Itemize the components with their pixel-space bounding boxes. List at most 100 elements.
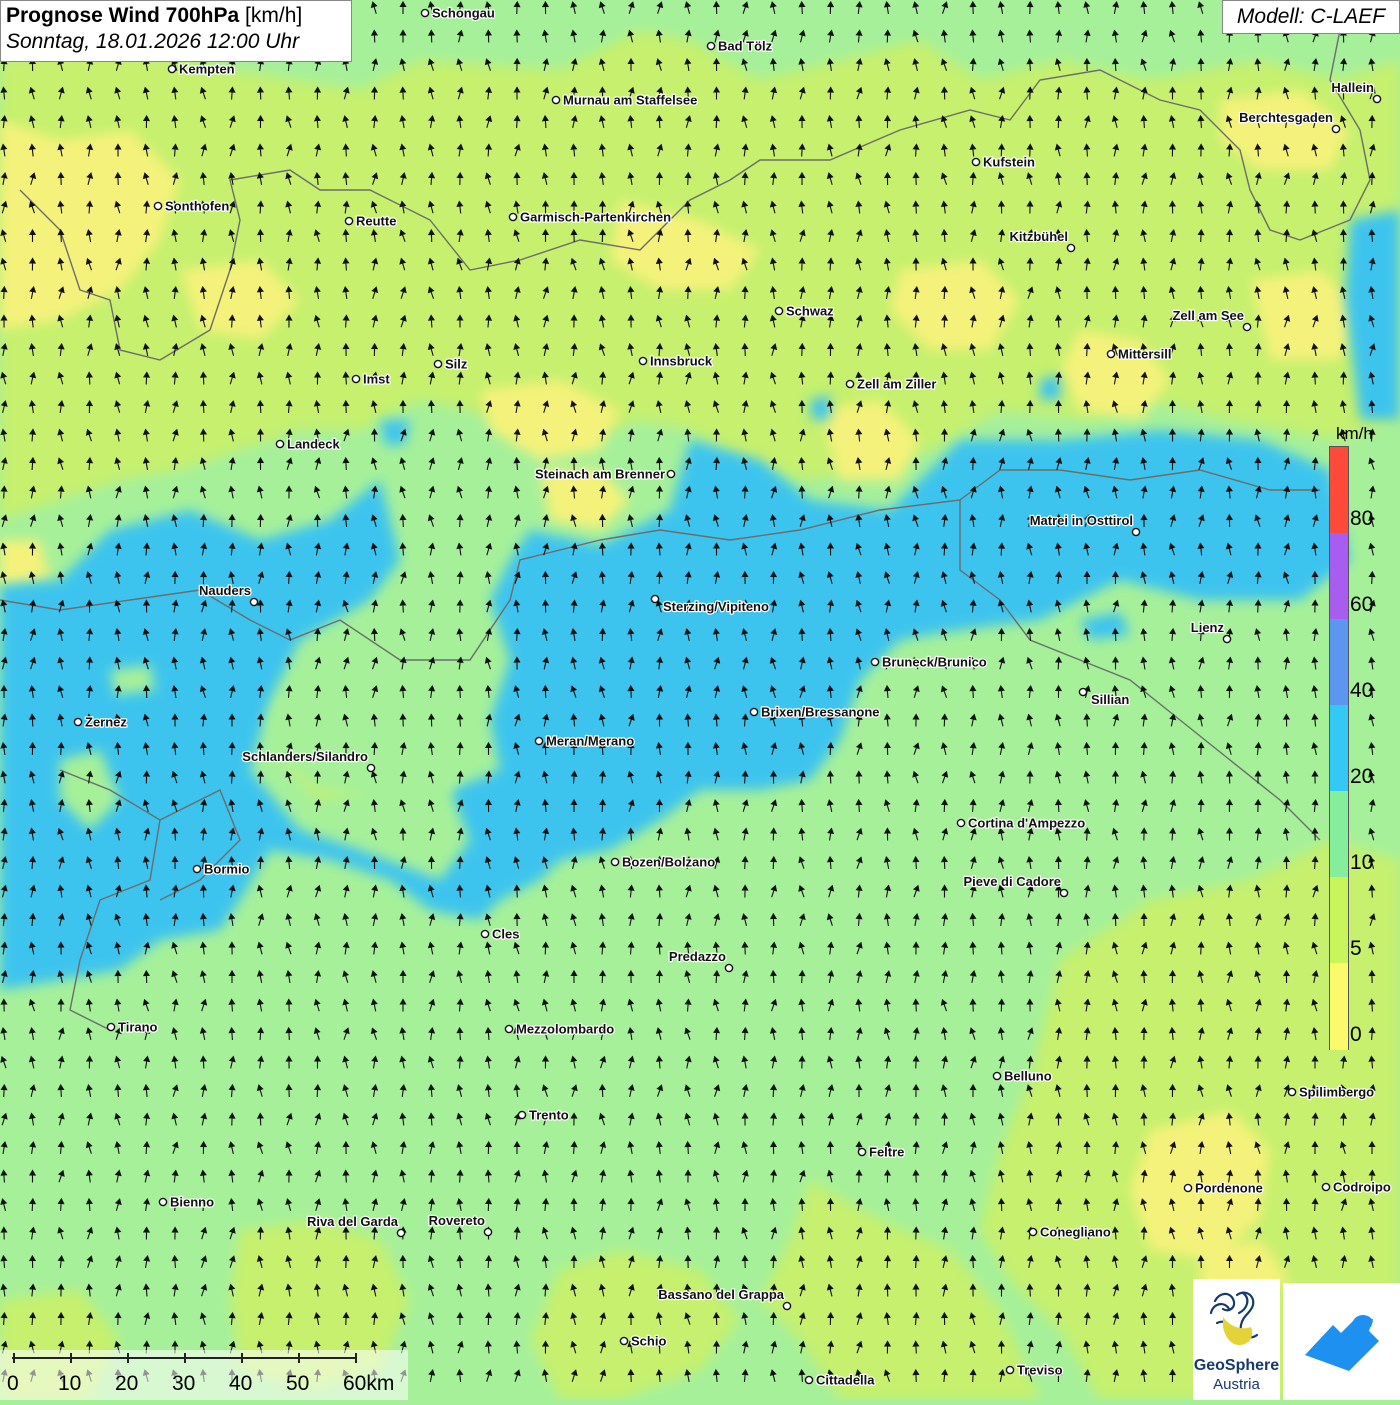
- city-marker: Sonthofen: [153, 197, 231, 215]
- city-dot-icon: [158, 1197, 168, 1207]
- city-dot-icon: [420, 8, 430, 18]
- city-dot-icon: [1183, 1183, 1193, 1193]
- city-label: Kufstein: [983, 155, 1035, 170]
- app-logo: [1283, 1283, 1400, 1400]
- city-dot-icon: [774, 306, 784, 316]
- city-label: Trento: [529, 1108, 569, 1123]
- city-label: Pordenone: [1195, 1181, 1263, 1196]
- legend-color-segment: [1330, 447, 1348, 534]
- city-dot-icon: [870, 657, 880, 667]
- city-label: Garmisch-Partenkirchen: [520, 210, 671, 225]
- geosphere-swirl-icon: [1209, 1291, 1259, 1345]
- city-marker: Bozen/Bolzano: [610, 853, 716, 871]
- city-label: Hallein: [1331, 80, 1374, 95]
- city-label: Bad Tölz: [718, 39, 773, 54]
- city-marker: Garmisch-Partenkirchen: [508, 208, 672, 226]
- city-marker: Meran/Merano: [534, 732, 635, 750]
- legend-color-segment: [1330, 791, 1348, 878]
- legend-color-segment: [1330, 533, 1348, 620]
- scale-label: 20: [115, 1372, 139, 1395]
- city-label: Innsbruck: [650, 354, 713, 369]
- city-label: Silz: [445, 357, 468, 372]
- city-label: Spilimbergo: [1299, 1085, 1374, 1100]
- city-dot-icon: [517, 1110, 527, 1120]
- legend-tick-label: 0: [1350, 1023, 1362, 1046]
- legend-tick-label: 40: [1350, 679, 1374, 702]
- city-marker: Brixen/Bressanone: [749, 703, 881, 721]
- city-dot-icon: [275, 439, 285, 449]
- city-label: Bormio: [204, 862, 250, 877]
- city-dot-icon: [1028, 1227, 1038, 1237]
- city-dot-icon: [706, 41, 716, 51]
- city-label: Bienno: [170, 1195, 214, 1210]
- city-label: Belluno: [1004, 1069, 1052, 1084]
- city-label: Brixen/Bressanone: [761, 705, 880, 720]
- city-label: Matrei in Osttirol: [1030, 513, 1133, 528]
- city-label: Sterzing/Vipiteno: [663, 599, 769, 614]
- city-label: Kitzbühel: [1010, 229, 1069, 244]
- legend-colorbar: [1329, 446, 1349, 1050]
- city-dot-icon: [782, 1301, 792, 1311]
- city-dot-icon: [344, 216, 354, 226]
- legend-tick-label: 10: [1350, 851, 1374, 874]
- model-label: Modell: C-LAEF: [1222, 0, 1400, 34]
- city-dot-icon: [153, 201, 163, 211]
- city-label: Lienz: [1191, 620, 1225, 635]
- city-dot-icon: [1242, 322, 1252, 332]
- scale-tick: [355, 1353, 357, 1363]
- city-dot-icon: [1131, 527, 1141, 537]
- city-dot-icon: [971, 157, 981, 167]
- city-dot-icon: [1287, 1087, 1297, 1097]
- city-marker: Bruneck/Brunico: [870, 653, 988, 671]
- legend-tick-label: 60: [1350, 593, 1374, 616]
- city-label: Meran/Merano: [546, 734, 634, 749]
- scale-label: 30: [172, 1372, 196, 1395]
- city-label: Murnau am Staffelsee: [563, 93, 697, 108]
- city-dot-icon: [610, 857, 620, 867]
- city-label: Treviso: [1017, 1363, 1063, 1378]
- city-dot-icon: [650, 594, 660, 604]
- city-dot-icon: [1331, 124, 1341, 134]
- city-dot-icon: [73, 717, 83, 727]
- scale-label: 10: [58, 1372, 82, 1395]
- city-marker: Bad Tölz: [706, 37, 774, 55]
- city-label: Bassano del Grappa: [658, 1287, 784, 1302]
- city-dot-icon: [551, 95, 561, 105]
- city-dot-icon: [508, 212, 518, 222]
- city-label: Mittersill: [1118, 347, 1171, 362]
- city-dot-icon: [249, 597, 259, 607]
- city-dot-icon: [480, 929, 490, 939]
- city-dot-icon: [1222, 634, 1232, 644]
- legend-tick-label: 80: [1350, 507, 1374, 530]
- city-dot-icon: [619, 1336, 629, 1346]
- city-dot-icon: [724, 963, 734, 973]
- city-label: Cittadella: [816, 1373, 875, 1388]
- scale-tick: [298, 1353, 300, 1363]
- city-dot-icon: [857, 1147, 867, 1157]
- city-dot-icon: [638, 356, 648, 366]
- city-marker: Spilimbergo: [1287, 1083, 1375, 1101]
- city-label: Bruneck/Brunico: [882, 655, 987, 670]
- city-dot-icon: [106, 1022, 116, 1032]
- city-label: Schlanders/Silandro: [242, 749, 368, 764]
- city-dot-icon: [1005, 1365, 1015, 1375]
- city-label: Tirano: [118, 1020, 158, 1035]
- city-marker: Cortina d'Ampezzo: [956, 814, 1086, 832]
- city-dot-icon: [366, 763, 376, 773]
- city-marker: Cittadella: [804, 1371, 876, 1389]
- city-label: Pieve di Cadore: [963, 874, 1061, 889]
- city-label: Zernez: [85, 715, 127, 730]
- weather-app-icon: [1305, 1315, 1379, 1371]
- city-dot-icon: [534, 736, 544, 746]
- scale-tick: [70, 1353, 72, 1363]
- city-dot-icon: [167, 64, 177, 74]
- city-marker: Innsbruck: [638, 352, 714, 370]
- city-marker: Mezzolombardo: [504, 1020, 615, 1038]
- city-label: Sonthofen: [165, 199, 229, 214]
- scale-label: 60km: [343, 1372, 395, 1395]
- city-marker: Landeck: [275, 435, 342, 453]
- legend-tick-label: 5: [1350, 937, 1362, 960]
- city-dot-icon: [396, 1228, 406, 1238]
- city-dot-icon: [1078, 687, 1088, 697]
- geosphere-logo: GeoSphere Austria: [1193, 1279, 1280, 1400]
